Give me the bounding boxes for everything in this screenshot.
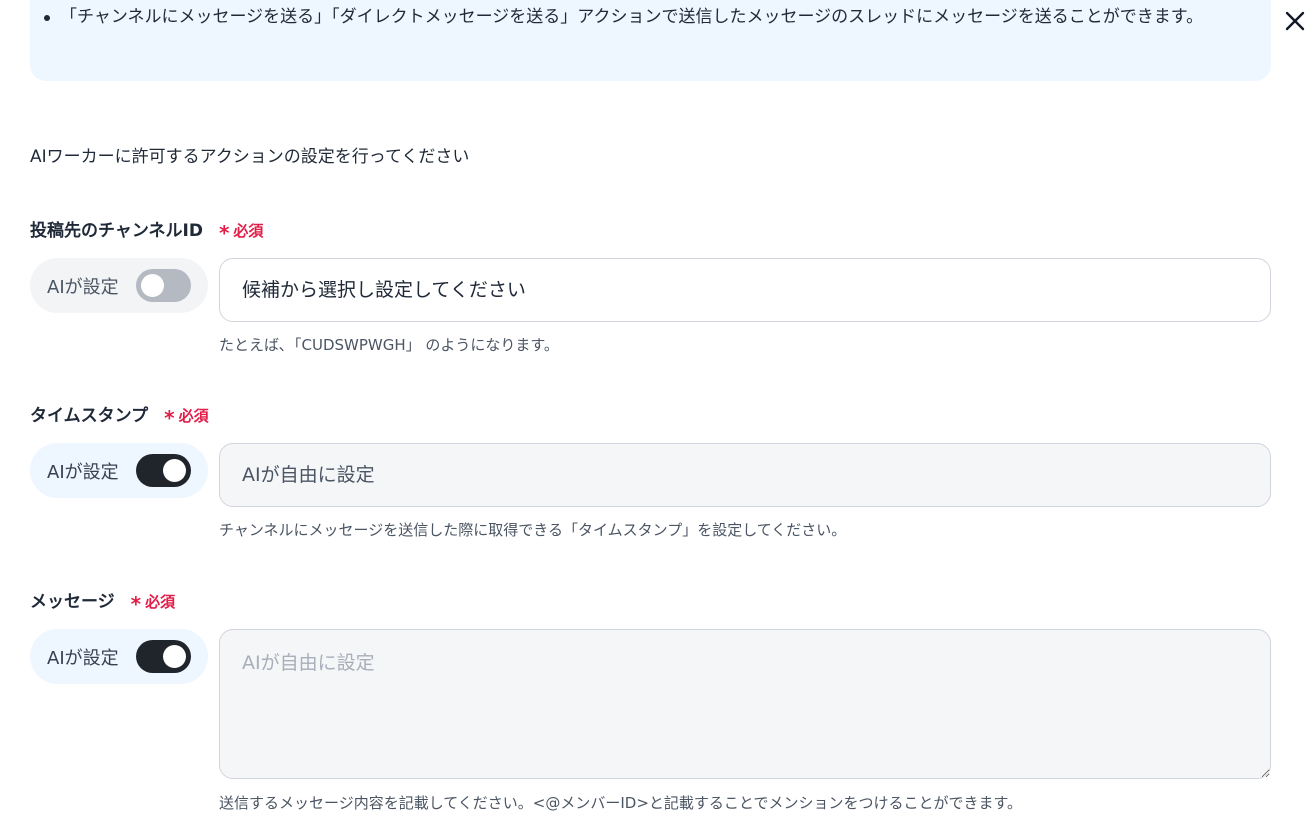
message-textarea[interactable]: [219, 629, 1271, 779]
close-icon: [1285, 11, 1305, 31]
channel-id-hint: たとえば､「CUDSWPWGH」 のようになります。: [219, 336, 559, 354]
timestamp-input[interactable]: [219, 443, 1271, 507]
required-badge: * 必須: [131, 590, 175, 614]
info-list: 「チャンネルにメッセージを送る」「ダイレクトメッセージを送る」アクションで送信し…: [44, 4, 1250, 31]
toggle-knob: [163, 645, 186, 668]
field-label-text: 投稿先のチャンネルID: [30, 221, 203, 241]
field-label-channel-id: 投稿先のチャンネルID * 必須: [30, 219, 263, 243]
timestamp-hint: チャンネルにメッセージを送信した際に取得できる「タイムスタンプ」を設定してくださ…: [219, 521, 847, 539]
toggle-switch[interactable]: [136, 454, 191, 487]
toggle-knob: [163, 459, 186, 482]
field-label-timestamp: タイムスタンプ * 必須: [30, 404, 209, 428]
action-settings-panel: 「チャンネルにメッセージを送る」「ダイレクトメッセージを送る」アクションで送信し…: [0, 0, 1306, 828]
toggle-knob: [141, 274, 164, 297]
ai-setting-label: AIが設定: [47, 276, 119, 298]
field-label-text: タイムスタンプ: [30, 406, 149, 426]
toggle-switch[interactable]: [136, 640, 191, 673]
message-hint: 送信するメッセージ内容を記載してください。<@メンバーID>と記載することでメン…: [219, 794, 1022, 812]
ai-setting-label: AIが設定: [47, 647, 119, 669]
required-text: 必須: [233, 222, 264, 240]
required-text: 必須: [145, 593, 176, 611]
field-label-message: メッセージ * 必須: [30, 590, 175, 614]
ai-setting-toggle-message[interactable]: AIが設定: [30, 629, 208, 684]
required-mark: *: [130, 592, 142, 616]
info-bullet: 「チャンネルにメッセージを送る」「ダイレクトメッセージを送る」アクションで送信し…: [44, 4, 1250, 31]
ai-setting-toggle-timestamp[interactable]: AIが設定: [30, 443, 208, 498]
ai-setting-label: AIが設定: [47, 461, 119, 483]
required-mark: *: [218, 221, 230, 245]
required-badge: * 必須: [164, 404, 208, 428]
required-badge: * 必須: [219, 219, 263, 243]
channel-id-input[interactable]: [219, 258, 1271, 322]
required-mark: *: [164, 406, 175, 430]
toggle-switch[interactable]: [136, 269, 191, 302]
close-button[interactable]: [1282, 6, 1306, 34]
field-label-text: メッセージ: [30, 592, 115, 612]
ai-setting-toggle-channel-id[interactable]: AIが設定: [30, 258, 208, 313]
intro-text: AIワーカーに許可するアクションの設定を行ってください: [30, 147, 470, 167]
required-text: 必須: [178, 407, 209, 425]
